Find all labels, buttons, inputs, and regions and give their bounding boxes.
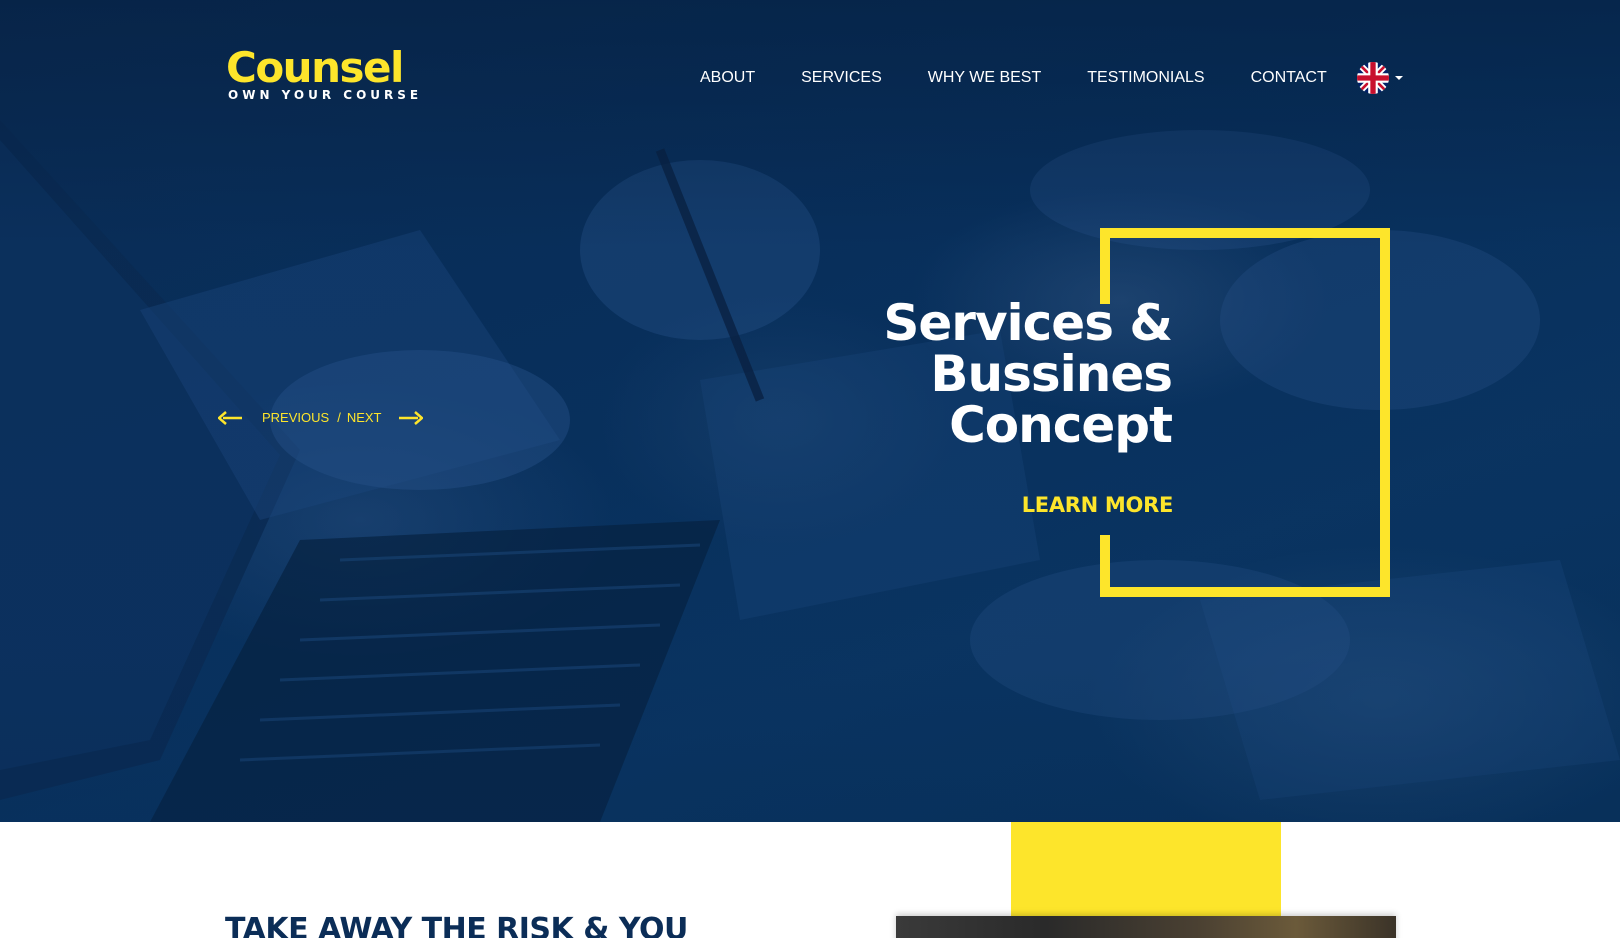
intro-photo [896,916,1396,938]
intro-section: TAKE AWAY THE RISK & YOU [0,822,1620,938]
brand-logo[interactable]: Counsel OWN YOUR COURSE [226,43,423,103]
uk-flag-icon [1356,62,1389,94]
section-heading: TAKE AWAY THE RISK & YOU [225,912,688,938]
slider-separator: / [337,410,341,425]
hero-headline: Services & Bussines Concept [772,294,1173,454]
previous-link[interactable]: PREVIOUS [262,410,329,425]
headline-line: Concept [949,396,1173,454]
nav-item-contact[interactable]: CONTACT [1251,69,1327,87]
slider-nav: PREVIOUS / NEXT [218,410,424,425]
nav-item-services[interactable]: SERVICES [801,69,882,87]
headline-line: Bussines [930,345,1173,403]
arrow-left-icon[interactable] [218,410,242,425]
chevron-down-icon [1394,76,1403,80]
arrow-right-icon[interactable] [399,410,424,425]
nav-item-about[interactable]: ABOUT [700,69,755,87]
brand-name: Counsel [226,43,404,92]
nav-item-why-we-best[interactable]: WHY WE BEST [928,69,1042,87]
language-selector[interactable] [1356,62,1403,94]
nav-item-testimonials[interactable]: TESTIMONIALS [1087,69,1204,87]
brand-tagline: OWN YOUR COURSE [228,88,423,102]
main-nav: ABOUT SERVICES WHY WE BEST TESTIMONIALS … [700,62,1403,94]
next-link[interactable]: NEXT [347,410,382,425]
learn-more-button[interactable]: LEARN MORE [1022,493,1174,517]
headline-line: Services & [883,294,1173,352]
hero-section: Counsel OWN YOUR COURSE ABOUT SERVICES W… [0,0,1620,822]
